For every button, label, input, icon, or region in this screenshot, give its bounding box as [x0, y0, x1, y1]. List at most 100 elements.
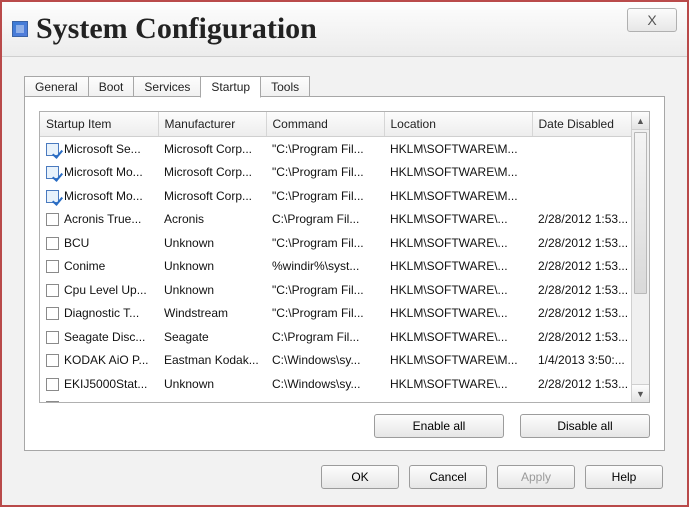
disable-all-button[interactable]: Disable all [520, 414, 650, 438]
cancel-button[interactable]: Cancel [409, 465, 487, 489]
app-icon [12, 21, 28, 37]
startup-item-name: EKIJ5000Stat... [64, 377, 147, 391]
location-cell: HKLM\SOFTWARE\... [384, 396, 532, 403]
location-cell: HKLM\SOFTWARE\... [384, 231, 532, 255]
startup-item-name: Seagate Disc... [64, 330, 145, 344]
table-row[interactable]: KODAK AiO P...Eastman Kodak...C:\Windows… [40, 349, 632, 373]
startup-checkbox[interactable] [46, 284, 59, 297]
tab-tools[interactable]: Tools [260, 76, 310, 97]
startup-checkbox[interactable] [46, 260, 59, 273]
command-cell: "C:\Program Fil... [266, 231, 384, 255]
scroll-up-button[interactable]: ▲ [632, 112, 649, 130]
table-header-row: Startup ItemManufacturerCommandLocationD… [40, 112, 632, 137]
column-header[interactable]: Date Disabled [532, 112, 632, 137]
startup-item-name: Cpu Level Up... [64, 283, 147, 297]
location-cell: HKLM\SOFTWARE\... [384, 302, 532, 326]
table-row[interactable]: Acronis True... AcronisC:\Program Fil...H… [40, 208, 632, 232]
content-area: GeneralBootServicesStartupTools Startup … [24, 74, 665, 451]
manufacturer-cell: Microsoft Corp... [158, 161, 266, 185]
startup-checkbox[interactable] [46, 354, 59, 367]
date-disabled-cell: 2/28/2012 1:53... [532, 278, 632, 302]
startup-list: Startup ItemManufacturerCommandLocationD… [39, 111, 650, 403]
startup-checkbox[interactable] [46, 190, 59, 203]
startup-checkbox[interactable] [46, 166, 59, 179]
startup-checkbox[interactable] [46, 307, 59, 320]
date-disabled-cell: 2/28/2012 1:53... [532, 372, 632, 396]
command-cell: C:\Program Fil... [266, 396, 384, 403]
location-cell: HKLM\SOFTWARE\... [384, 208, 532, 232]
manufacturer-cell: Unknown [158, 396, 266, 403]
date-disabled-cell: 2/28/2012 1:53... [532, 325, 632, 349]
startup-item-name: Microsoft Se... [64, 142, 141, 156]
table-row[interactable]: Microsoft Mo...Microsoft Corp..."C:\Prog… [40, 184, 632, 208]
table-row[interactable]: EKIJ5000Stat...UnknownC:\Windows\sy...HK… [40, 372, 632, 396]
location-cell: HKLM\SOFTWARE\... [384, 255, 532, 279]
close-button[interactable]: X [627, 8, 677, 32]
column-header[interactable]: Startup Item [40, 112, 158, 137]
location-cell: HKLM\SOFTWARE\M... [384, 137, 532, 161]
date-disabled-cell [532, 137, 632, 161]
manufacturer-cell: Unknown [158, 372, 266, 396]
command-cell: "C:\Program Fil... [266, 302, 384, 326]
location-cell: HKLM\SOFTWARE\M... [384, 184, 532, 208]
startup-checkbox[interactable] [46, 401, 59, 402]
startup-item-name: Conime [64, 259, 105, 273]
tab-general[interactable]: General [24, 76, 89, 97]
table-row[interactable]: BCUUnknown"C:\Program Fil...HKLM\SOFTWAR… [40, 231, 632, 255]
date-disabled-cell [532, 161, 632, 185]
table-row[interactable]: Conime Unknown%windir%\syst...HKLM\SOFTWA… [40, 255, 632, 279]
column-header[interactable]: Manufacturer [158, 112, 266, 137]
manufacturer-cell: Unknown [158, 278, 266, 302]
startup-item-name: KODAK AiO P... [64, 353, 148, 367]
manufacturer-cell: Acronis [158, 208, 266, 232]
tab-services[interactable]: Services [133, 76, 201, 97]
title-bar[interactable]: System Configuration X [2, 2, 687, 57]
startup-item-name: Live Update 5 [64, 400, 138, 402]
startup-checkbox[interactable] [46, 143, 59, 156]
date-disabled-cell: 2/28/2012 1:53... [532, 255, 632, 279]
table-row[interactable]: Microsoft Mo...Microsoft Corp..."C:\Prog… [40, 161, 632, 185]
scroll-down-button[interactable]: ▼ [632, 384, 649, 402]
startup-item-name: Acronis True... [64, 212, 141, 226]
help-button[interactable]: Help [585, 465, 663, 489]
close-icon: X [647, 12, 656, 28]
startup-item-name: Diagnostic T... [64, 306, 139, 320]
manufacturer-cell: Windstream [158, 302, 266, 326]
table-row[interactable]: Seagate Disc...SeagateC:\Program Fil...H… [40, 325, 632, 349]
tab-startup[interactable]: Startup [200, 76, 261, 98]
command-cell: "C:\Program Fil... [266, 137, 384, 161]
startup-item-name: Microsoft Mo... [64, 189, 143, 203]
apply-button: Apply [497, 465, 575, 489]
manufacturer-cell: Unknown [158, 255, 266, 279]
startup-item-name: Microsoft Mo... [64, 165, 143, 179]
column-header[interactable]: Location [384, 112, 532, 137]
tab-strip: GeneralBootServicesStartupTools [24, 74, 665, 96]
table-row[interactable]: Diagnostic T... Windstream"C:\Program Fil… [40, 302, 632, 326]
table-row[interactable]: Cpu Level Up...Unknown"C:\Program Fil...… [40, 278, 632, 302]
startup-checkbox[interactable] [46, 378, 59, 391]
ok-button[interactable]: OK [321, 465, 399, 489]
date-disabled-cell: 8/11/2012 3:22... [532, 396, 632, 403]
column-header[interactable]: Command [266, 112, 384, 137]
date-disabled-cell: 1/4/2013 3:50:... [532, 349, 632, 373]
dialog-button-row: OK Cancel Apply Help [321, 465, 663, 489]
vertical-scrollbar[interactable]: ▲ ▼ [631, 112, 649, 402]
list-viewport[interactable]: Startup ItemManufacturerCommandLocationD… [40, 112, 632, 402]
table-row[interactable]: Microsoft Se...Microsoft Corp..."C:\Prog… [40, 137, 632, 161]
command-cell: "C:\Program Fil... [266, 184, 384, 208]
command-cell: C:\Program Fil... [266, 208, 384, 232]
location-cell: HKLM\SOFTWARE\M... [384, 161, 532, 185]
command-cell: C:\Windows\sy... [266, 372, 384, 396]
tab-boot[interactable]: Boot [88, 76, 135, 97]
startup-checkbox[interactable] [46, 237, 59, 250]
msconfig-window: System Configuration X GeneralBootServic… [0, 0, 689, 507]
table-row[interactable]: Live Update 5 UnknownC:\Program Fil...HKL… [40, 396, 632, 403]
command-cell: %windir%\syst... [266, 255, 384, 279]
enable-all-button[interactable]: Enable all [374, 414, 504, 438]
date-disabled-cell: 2/28/2012 1:53... [532, 231, 632, 255]
startup-item-name: BCU [64, 236, 89, 250]
startup-checkbox[interactable] [46, 331, 59, 344]
scroll-thumb[interactable] [634, 132, 647, 294]
startup-checkbox[interactable] [46, 213, 59, 226]
location-cell: HKLM\SOFTWARE\... [384, 325, 532, 349]
